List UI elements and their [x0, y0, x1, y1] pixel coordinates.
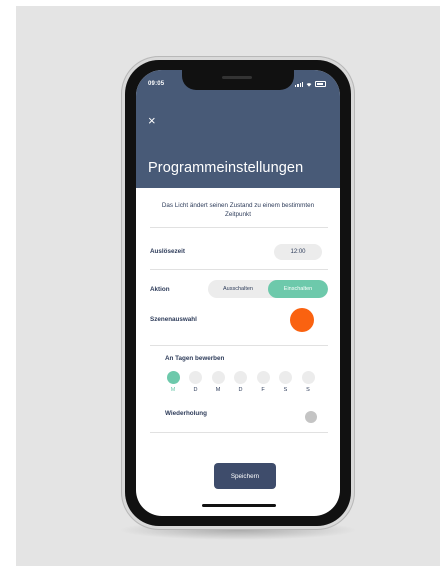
battery-icon	[315, 81, 326, 87]
phone-bezel: 09:05 × Programmeinstellungen Das Licht …	[125, 60, 351, 526]
divider	[150, 227, 328, 228]
day-dot	[256, 371, 270, 384]
program-description: Das Licht ändert seinen Zustand zu einem…	[161, 202, 315, 218]
save-button[interactable]: Speichern	[214, 463, 276, 489]
action-label: Aktion	[150, 286, 170, 293]
wifi-icon	[306, 82, 312, 87]
day-letter: D	[238, 387, 243, 393]
day-toggle-sunday[interactable]: S	[301, 371, 315, 393]
action-option-on[interactable]: Einschalten	[268, 280, 328, 298]
divider	[150, 432, 328, 433]
day-toggle-wednesday[interactable]: M	[211, 371, 225, 393]
repeat-label: Wiederholung	[165, 410, 207, 417]
day-toggle-friday[interactable]: F	[256, 371, 270, 393]
trigger-time-label: Auslösezeit	[150, 248, 185, 255]
day-letter: S	[283, 387, 288, 393]
speaker-grill	[222, 76, 252, 79]
divider	[150, 269, 328, 270]
action-option-off[interactable]: Ausschalten	[208, 280, 268, 298]
day-letter: F	[261, 387, 265, 393]
day-toggle-monday[interactable]: M	[166, 371, 180, 393]
phone-screen: 09:05 × Programmeinstellungen Das Licht …	[136, 70, 340, 516]
day-toggle-thursday[interactable]: D	[234, 371, 248, 393]
day-dot	[234, 371, 247, 384]
action-segmented-control: Ausschalten Einschalten	[208, 280, 328, 298]
day-letter: M	[170, 387, 176, 393]
day-letter: D	[193, 387, 198, 393]
day-toggle-saturday[interactable]: S	[279, 371, 293, 393]
trigger-time-field[interactable]: 12:00	[274, 244, 322, 260]
weekday-selector: M D M D F S S	[166, 371, 315, 393]
scene-label: Szenenauswahl	[150, 316, 197, 323]
day-toggle-tuesday[interactable]: D	[189, 371, 203, 393]
phone-notch	[182, 70, 294, 90]
day-letter: M	[215, 387, 221, 393]
day-dot	[211, 371, 225, 384]
repeat-toggle[interactable]	[305, 411, 317, 423]
page-title: Programmeinstellungen	[148, 160, 304, 176]
day-dot	[166, 371, 180, 384]
day-dot	[279, 371, 292, 384]
day-dot	[301, 371, 315, 384]
signal-icon	[295, 81, 303, 87]
day-letter: S	[306, 387, 310, 393]
home-indicator	[202, 504, 276, 507]
status-icons	[295, 81, 326, 87]
phone-frame: 09:05 × Programmeinstellungen Das Licht …	[121, 56, 355, 530]
days-label: An Tagen bewerben	[165, 355, 225, 362]
day-dot	[189, 371, 202, 384]
scene-color-picker[interactable]	[290, 308, 314, 332]
divider	[150, 345, 328, 346]
status-time: 09:05	[148, 81, 165, 87]
close-icon[interactable]: ×	[148, 114, 156, 127]
